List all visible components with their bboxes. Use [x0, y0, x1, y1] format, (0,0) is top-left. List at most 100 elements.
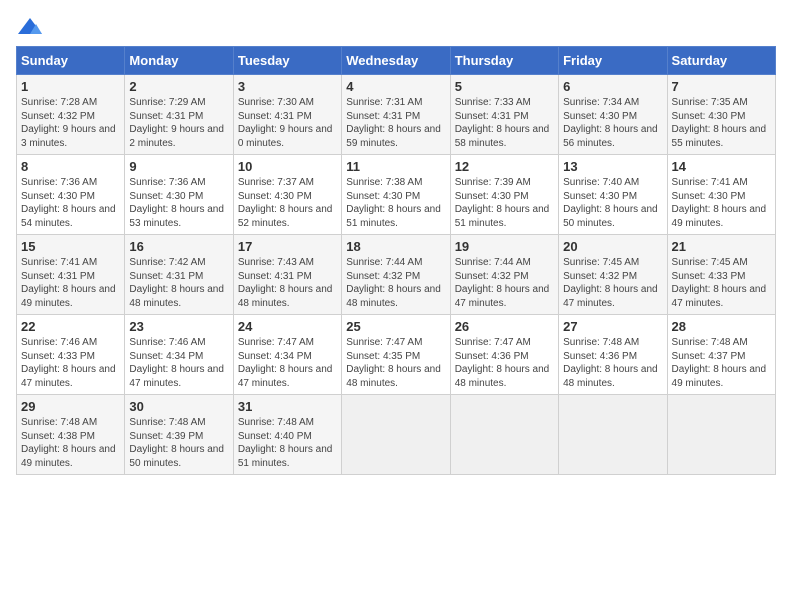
calendar-cell: 16 Sunrise: 7:42 AM Sunset: 4:31 PM Dayl…: [125, 235, 233, 315]
cell-content: Sunrise: 7:46 AM Sunset: 4:34 PM Dayligh…: [129, 336, 228, 390]
calendar-cell: 7 Sunrise: 7:35 AM Sunset: 4:30 PM Dayli…: [667, 75, 775, 155]
cell-content: Sunrise: 7:48 AM Sunset: 4:40 PM Dayligh…: [238, 416, 337, 470]
header-cell-sunday: Sunday: [17, 47, 125, 75]
calendar-cell: 5 Sunrise: 7:33 AM Sunset: 4:31 PM Dayli…: [450, 75, 558, 155]
week-row-3: 15 Sunrise: 7:41 AM Sunset: 4:31 PM Dayl…: [17, 235, 776, 315]
day-number: 1: [21, 79, 120, 94]
day-number: 28: [672, 319, 771, 334]
logo-icon: [16, 16, 44, 38]
cell-content: Sunrise: 7:45 AM Sunset: 4:33 PM Dayligh…: [672, 256, 771, 310]
day-number: 9: [129, 159, 228, 174]
day-number: 15: [21, 239, 120, 254]
day-number: 26: [455, 319, 554, 334]
day-number: 2: [129, 79, 228, 94]
day-number: 29: [21, 399, 120, 414]
day-number: 7: [672, 79, 771, 94]
calendar-cell: 21 Sunrise: 7:45 AM Sunset: 4:33 PM Dayl…: [667, 235, 775, 315]
cell-content: Sunrise: 7:47 AM Sunset: 4:35 PM Dayligh…: [346, 336, 445, 390]
calendar-cell: [450, 395, 558, 475]
calendar-cell: 20 Sunrise: 7:45 AM Sunset: 4:32 PM Dayl…: [559, 235, 667, 315]
cell-content: Sunrise: 7:43 AM Sunset: 4:31 PM Dayligh…: [238, 256, 337, 310]
cell-content: Sunrise: 7:30 AM Sunset: 4:31 PM Dayligh…: [238, 96, 337, 150]
calendar-cell: [559, 395, 667, 475]
cell-content: Sunrise: 7:42 AM Sunset: 4:31 PM Dayligh…: [129, 256, 228, 310]
day-number: 8: [21, 159, 120, 174]
calendar-table: SundayMondayTuesdayWednesdayThursdayFrid…: [16, 46, 776, 475]
calendar-cell: 25 Sunrise: 7:47 AM Sunset: 4:35 PM Dayl…: [342, 315, 450, 395]
calendar-cell: 6 Sunrise: 7:34 AM Sunset: 4:30 PM Dayli…: [559, 75, 667, 155]
calendar-cell: 10 Sunrise: 7:37 AM Sunset: 4:30 PM Dayl…: [233, 155, 341, 235]
calendar-cell: 24 Sunrise: 7:47 AM Sunset: 4:34 PM Dayl…: [233, 315, 341, 395]
calendar-cell: 19 Sunrise: 7:44 AM Sunset: 4:32 PM Dayl…: [450, 235, 558, 315]
cell-content: Sunrise: 7:41 AM Sunset: 4:30 PM Dayligh…: [672, 176, 771, 230]
calendar-cell: 1 Sunrise: 7:28 AM Sunset: 4:32 PM Dayli…: [17, 75, 125, 155]
cell-content: Sunrise: 7:47 AM Sunset: 4:34 PM Dayligh…: [238, 336, 337, 390]
cell-content: Sunrise: 7:28 AM Sunset: 4:32 PM Dayligh…: [21, 96, 120, 150]
calendar-cell: 22 Sunrise: 7:46 AM Sunset: 4:33 PM Dayl…: [17, 315, 125, 395]
day-number: 19: [455, 239, 554, 254]
header-cell-wednesday: Wednesday: [342, 47, 450, 75]
week-row-2: 8 Sunrise: 7:36 AM Sunset: 4:30 PM Dayli…: [17, 155, 776, 235]
calendar-cell: 31 Sunrise: 7:48 AM Sunset: 4:40 PM Dayl…: [233, 395, 341, 475]
calendar-cell: 2 Sunrise: 7:29 AM Sunset: 4:31 PM Dayli…: [125, 75, 233, 155]
cell-content: Sunrise: 7:38 AM Sunset: 4:30 PM Dayligh…: [346, 176, 445, 230]
cell-content: Sunrise: 7:44 AM Sunset: 4:32 PM Dayligh…: [346, 256, 445, 310]
day-number: 27: [563, 319, 662, 334]
header-cell-tuesday: Tuesday: [233, 47, 341, 75]
calendar-cell: 8 Sunrise: 7:36 AM Sunset: 4:30 PM Dayli…: [17, 155, 125, 235]
header-row: SundayMondayTuesdayWednesdayThursdayFrid…: [17, 47, 776, 75]
day-number: 5: [455, 79, 554, 94]
cell-content: Sunrise: 7:39 AM Sunset: 4:30 PM Dayligh…: [455, 176, 554, 230]
week-row-1: 1 Sunrise: 7:28 AM Sunset: 4:32 PM Dayli…: [17, 75, 776, 155]
cell-content: Sunrise: 7:48 AM Sunset: 4:39 PM Dayligh…: [129, 416, 228, 470]
day-number: 18: [346, 239, 445, 254]
calendar-cell: 17 Sunrise: 7:43 AM Sunset: 4:31 PM Dayl…: [233, 235, 341, 315]
calendar-cell: 23 Sunrise: 7:46 AM Sunset: 4:34 PM Dayl…: [125, 315, 233, 395]
day-number: 10: [238, 159, 337, 174]
cell-content: Sunrise: 7:40 AM Sunset: 4:30 PM Dayligh…: [563, 176, 662, 230]
day-number: 11: [346, 159, 445, 174]
header-cell-friday: Friday: [559, 47, 667, 75]
day-number: 20: [563, 239, 662, 254]
cell-content: Sunrise: 7:48 AM Sunset: 4:36 PM Dayligh…: [563, 336, 662, 390]
cell-content: Sunrise: 7:34 AM Sunset: 4:30 PM Dayligh…: [563, 96, 662, 150]
cell-content: Sunrise: 7:44 AM Sunset: 4:32 PM Dayligh…: [455, 256, 554, 310]
day-number: 17: [238, 239, 337, 254]
header: [16, 16, 776, 38]
day-number: 12: [455, 159, 554, 174]
calendar-cell: 28 Sunrise: 7:48 AM Sunset: 4:37 PM Dayl…: [667, 315, 775, 395]
week-row-4: 22 Sunrise: 7:46 AM Sunset: 4:33 PM Dayl…: [17, 315, 776, 395]
day-number: 30: [129, 399, 228, 414]
calendar-cell: 4 Sunrise: 7:31 AM Sunset: 4:31 PM Dayli…: [342, 75, 450, 155]
calendar-cell: 13 Sunrise: 7:40 AM Sunset: 4:30 PM Dayl…: [559, 155, 667, 235]
cell-content: Sunrise: 7:45 AM Sunset: 4:32 PM Dayligh…: [563, 256, 662, 310]
day-number: 16: [129, 239, 228, 254]
calendar-cell: 18 Sunrise: 7:44 AM Sunset: 4:32 PM Dayl…: [342, 235, 450, 315]
cell-content: Sunrise: 7:47 AM Sunset: 4:36 PM Dayligh…: [455, 336, 554, 390]
calendar-cell: [667, 395, 775, 475]
cell-content: Sunrise: 7:31 AM Sunset: 4:31 PM Dayligh…: [346, 96, 445, 150]
cell-content: Sunrise: 7:33 AM Sunset: 4:31 PM Dayligh…: [455, 96, 554, 150]
calendar-cell: 3 Sunrise: 7:30 AM Sunset: 4:31 PM Dayli…: [233, 75, 341, 155]
logo: [16, 16, 48, 38]
calendar-cell: 9 Sunrise: 7:36 AM Sunset: 4:30 PM Dayli…: [125, 155, 233, 235]
calendar-cell: 14 Sunrise: 7:41 AM Sunset: 4:30 PM Dayl…: [667, 155, 775, 235]
day-number: 24: [238, 319, 337, 334]
header-cell-monday: Monday: [125, 47, 233, 75]
week-row-5: 29 Sunrise: 7:48 AM Sunset: 4:38 PM Dayl…: [17, 395, 776, 475]
day-number: 3: [238, 79, 337, 94]
calendar-cell: 30 Sunrise: 7:48 AM Sunset: 4:39 PM Dayl…: [125, 395, 233, 475]
cell-content: Sunrise: 7:29 AM Sunset: 4:31 PM Dayligh…: [129, 96, 228, 150]
cell-content: Sunrise: 7:48 AM Sunset: 4:37 PM Dayligh…: [672, 336, 771, 390]
calendar-cell: 29 Sunrise: 7:48 AM Sunset: 4:38 PM Dayl…: [17, 395, 125, 475]
day-number: 13: [563, 159, 662, 174]
cell-content: Sunrise: 7:36 AM Sunset: 4:30 PM Dayligh…: [21, 176, 120, 230]
day-number: 23: [129, 319, 228, 334]
calendar-cell: 26 Sunrise: 7:47 AM Sunset: 4:36 PM Dayl…: [450, 315, 558, 395]
day-number: 6: [563, 79, 662, 94]
day-number: 31: [238, 399, 337, 414]
calendar-cell: [342, 395, 450, 475]
cell-content: Sunrise: 7:48 AM Sunset: 4:38 PM Dayligh…: [21, 416, 120, 470]
day-number: 21: [672, 239, 771, 254]
header-cell-thursday: Thursday: [450, 47, 558, 75]
